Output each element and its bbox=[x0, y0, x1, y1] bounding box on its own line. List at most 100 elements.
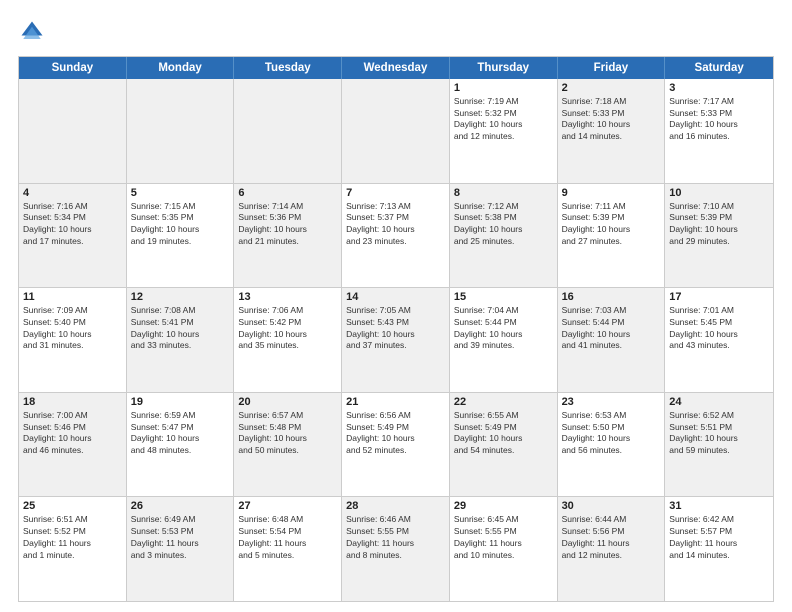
day-info: Sunrise: 6:44 AM Sunset: 5:56 PM Dayligh… bbox=[562, 514, 661, 561]
day-8: 8Sunrise: 7:12 AM Sunset: 5:38 PM Daylig… bbox=[450, 184, 558, 288]
day-info: Sunrise: 7:03 AM Sunset: 5:44 PM Dayligh… bbox=[562, 305, 661, 352]
day-number: 29 bbox=[454, 500, 553, 512]
header-day-friday: Friday bbox=[558, 57, 666, 79]
day-11: 11 Sunrise: 7:09 AM Sunset: 5:40 PM Dayli… bbox=[19, 288, 127, 392]
day-15: 15 Sunrise: 7:04 AM Sunset: 5:44 PM Dayli… bbox=[450, 288, 558, 392]
day-1: 1 Sunrise: 7:19 AM Sunset: 5:32 PM Daylig… bbox=[450, 79, 558, 183]
day-number: 31 bbox=[669, 500, 769, 512]
day-21: 21 Sunrise: 6:56 AM Sunset: 5:49 PM Dayli… bbox=[342, 393, 450, 497]
day-info: Sunrise: 7:08 AM Sunset: 5:41 PM Dayligh… bbox=[131, 305, 230, 352]
day-number: 9 bbox=[562, 187, 661, 199]
day-7: 7Sunrise: 7:13 AM Sunset: 5:37 PM Daylig… bbox=[342, 184, 450, 288]
day-info: Sunrise: 7:01 AM Sunset: 5:45 PM Dayligh… bbox=[669, 305, 769, 352]
day-number: 5 bbox=[131, 187, 230, 199]
day-info: Sunrise: 6:53 AM Sunset: 5:50 PM Dayligh… bbox=[562, 410, 661, 457]
day-number: 19 bbox=[131, 396, 230, 408]
day-25: 25 Sunrise: 6:51 AM Sunset: 5:52 PM Dayli… bbox=[19, 497, 127, 601]
calendar: SundayMondayTuesdayWednesdayThursdayFrid… bbox=[18, 56, 774, 602]
day-number: 20 bbox=[238, 396, 337, 408]
day-number: 1 bbox=[454, 82, 553, 94]
day-info: Sunrise: 7:05 AM Sunset: 5:43 PM Dayligh… bbox=[346, 305, 445, 352]
day-31: 31 Sunrise: 6:42 AM Sunset: 5:57 PM Dayli… bbox=[665, 497, 773, 601]
day-number: 27 bbox=[238, 500, 337, 512]
day-number: 16 bbox=[562, 291, 661, 303]
day-16: 16 Sunrise: 7:03 AM Sunset: 5:44 PM Dayli… bbox=[558, 288, 666, 392]
day-info: Sunrise: 6:51 AM Sunset: 5:52 PM Dayligh… bbox=[23, 514, 122, 561]
day-info: Sunrise: 6:46 AM Sunset: 5:55 PM Dayligh… bbox=[346, 514, 445, 561]
day-info: Sunrise: 7:14 AM Sunset: 5:36 PM Dayligh… bbox=[238, 201, 337, 248]
day-info: Sunrise: 7:11 AM Sunset: 5:39 PM Dayligh… bbox=[562, 201, 661, 248]
day-5: 5 Sunrise: 7:15 AM Sunset: 5:35 PM Daylig… bbox=[127, 184, 235, 288]
day-info: Sunrise: 7:15 AM Sunset: 5:35 PM Dayligh… bbox=[131, 201, 230, 248]
day-29: 29Sunrise: 6:45 AM Sunset: 5:55 PM Dayli… bbox=[450, 497, 558, 601]
day-9: 9 Sunrise: 7:11 AM Sunset: 5:39 PM Daylig… bbox=[558, 184, 666, 288]
day-info: Sunrise: 7:16 AM Sunset: 5:34 PM Dayligh… bbox=[23, 201, 122, 248]
day-12: 12 Sunrise: 7:08 AM Sunset: 5:41 PM Dayli… bbox=[127, 288, 235, 392]
day-info: Sunrise: 6:59 AM Sunset: 5:47 PM Dayligh… bbox=[131, 410, 230, 457]
day-number: 17 bbox=[669, 291, 769, 303]
day-number: 10 bbox=[669, 187, 769, 199]
day-27: 27 Sunrise: 6:48 AM Sunset: 5:54 PM Dayli… bbox=[234, 497, 342, 601]
day-info: Sunrise: 6:56 AM Sunset: 5:49 PM Dayligh… bbox=[346, 410, 445, 457]
header bbox=[18, 18, 774, 46]
day-14: 14 Sunrise: 7:05 AM Sunset: 5:43 PM Dayli… bbox=[342, 288, 450, 392]
day-info: Sunrise: 7:10 AM Sunset: 5:39 PM Dayligh… bbox=[669, 201, 769, 248]
header-day-monday: Monday bbox=[127, 57, 235, 79]
day-info: Sunrise: 6:48 AM Sunset: 5:54 PM Dayligh… bbox=[238, 514, 337, 561]
day-number: 24 bbox=[669, 396, 769, 408]
day-17: 17 Sunrise: 7:01 AM Sunset: 5:45 PM Dayli… bbox=[665, 288, 773, 392]
day-number: 21 bbox=[346, 396, 445, 408]
day-info: Sunrise: 7:04 AM Sunset: 5:44 PM Dayligh… bbox=[454, 305, 553, 352]
day-number: 8 bbox=[454, 187, 553, 199]
day-6: 6 Sunrise: 7:14 AM Sunset: 5:36 PM Daylig… bbox=[234, 184, 342, 288]
week-5: 25 Sunrise: 6:51 AM Sunset: 5:52 PM Dayli… bbox=[19, 497, 773, 601]
day-24: 24Sunrise: 6:52 AM Sunset: 5:51 PM Dayli… bbox=[665, 393, 773, 497]
day-number: 11 bbox=[23, 291, 122, 303]
day-number: 25 bbox=[23, 500, 122, 512]
day-number: 7 bbox=[346, 187, 445, 199]
day-number: 23 bbox=[562, 396, 661, 408]
day-26: 26Sunrise: 6:49 AM Sunset: 5:53 PM Dayli… bbox=[127, 497, 235, 601]
day-18: 18 Sunrise: 7:00 AM Sunset: 5:46 PM Dayli… bbox=[19, 393, 127, 497]
day-info: Sunrise: 7:00 AM Sunset: 5:46 PM Dayligh… bbox=[23, 410, 122, 457]
week-2: 4 Sunrise: 7:16 AM Sunset: 5:34 PM Daylig… bbox=[19, 184, 773, 289]
header-day-sunday: Sunday bbox=[19, 57, 127, 79]
day-19: 19 Sunrise: 6:59 AM Sunset: 5:47 PM Dayli… bbox=[127, 393, 235, 497]
empty-cell bbox=[19, 79, 127, 183]
empty-cell bbox=[342, 79, 450, 183]
day-23: 23 Sunrise: 6:53 AM Sunset: 5:50 PM Dayli… bbox=[558, 393, 666, 497]
day-number: 6 bbox=[238, 187, 337, 199]
header-day-tuesday: Tuesday bbox=[234, 57, 342, 79]
day-number: 12 bbox=[131, 291, 230, 303]
calendar-body: 1 Sunrise: 7:19 AM Sunset: 5:32 PM Daylig… bbox=[19, 79, 773, 601]
empty-cell bbox=[127, 79, 235, 183]
header-day-wednesday: Wednesday bbox=[342, 57, 450, 79]
day-number: 28 bbox=[346, 500, 445, 512]
day-number: 13 bbox=[238, 291, 337, 303]
day-info: Sunrise: 7:18 AM Sunset: 5:33 PM Dayligh… bbox=[562, 96, 661, 143]
day-number: 4 bbox=[23, 187, 122, 199]
page: SundayMondayTuesdayWednesdayThursdayFrid… bbox=[0, 0, 792, 612]
logo-icon bbox=[18, 18, 46, 46]
day-info: Sunrise: 6:57 AM Sunset: 5:48 PM Dayligh… bbox=[238, 410, 337, 457]
day-22: 22Sunrise: 6:55 AM Sunset: 5:49 PM Dayli… bbox=[450, 393, 558, 497]
day-number: 14 bbox=[346, 291, 445, 303]
day-number: 15 bbox=[454, 291, 553, 303]
day-20: 20 Sunrise: 6:57 AM Sunset: 5:48 PM Dayli… bbox=[234, 393, 342, 497]
day-info: Sunrise: 7:17 AM Sunset: 5:33 PM Dayligh… bbox=[669, 96, 769, 143]
day-30: 30Sunrise: 6:44 AM Sunset: 5:56 PM Dayli… bbox=[558, 497, 666, 601]
day-info: Sunrise: 6:42 AM Sunset: 5:57 PM Dayligh… bbox=[669, 514, 769, 561]
day-number: 18 bbox=[23, 396, 122, 408]
day-10: 10 Sunrise: 7:10 AM Sunset: 5:39 PM Dayli… bbox=[665, 184, 773, 288]
day-13: 13Sunrise: 7:06 AM Sunset: 5:42 PM Dayli… bbox=[234, 288, 342, 392]
day-info: Sunrise: 6:55 AM Sunset: 5:49 PM Dayligh… bbox=[454, 410, 553, 457]
week-1: 1 Sunrise: 7:19 AM Sunset: 5:32 PM Daylig… bbox=[19, 79, 773, 184]
day-2: 2 Sunrise: 7:18 AM Sunset: 5:33 PM Daylig… bbox=[558, 79, 666, 183]
day-info: Sunrise: 7:09 AM Sunset: 5:40 PM Dayligh… bbox=[23, 305, 122, 352]
day-number: 2 bbox=[562, 82, 661, 94]
week-4: 18 Sunrise: 7:00 AM Sunset: 5:46 PM Dayli… bbox=[19, 393, 773, 498]
day-number: 26 bbox=[131, 500, 230, 512]
day-info: Sunrise: 7:19 AM Sunset: 5:32 PM Dayligh… bbox=[454, 96, 553, 143]
header-day-saturday: Saturday bbox=[665, 57, 773, 79]
calendar-header: SundayMondayTuesdayWednesdayThursdayFrid… bbox=[19, 57, 773, 79]
